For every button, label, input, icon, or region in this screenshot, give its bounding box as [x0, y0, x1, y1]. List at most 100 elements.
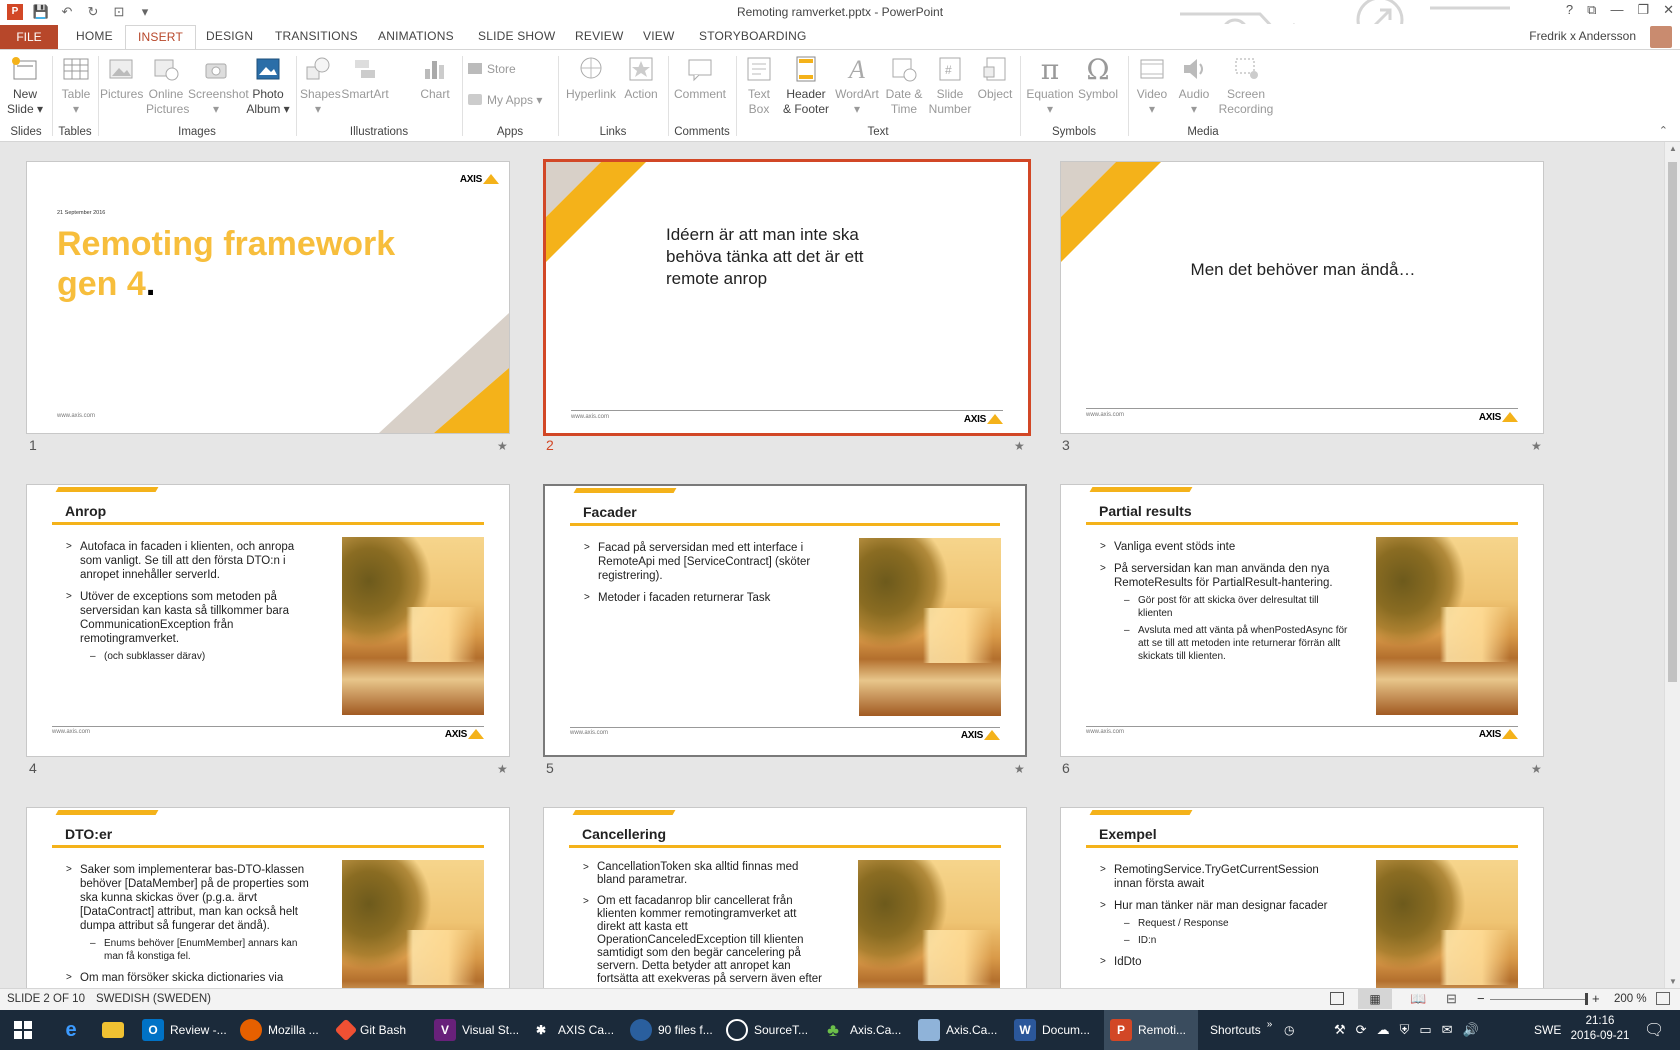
transition-star-icon[interactable]: ★: [1014, 439, 1025, 453]
edge-taskbar-icon[interactable]: e: [60, 1010, 82, 1050]
new-slide-button[interactable]: New Slide ▾: [6, 54, 44, 117]
photo-album-button[interactable]: Photo Album ▾: [246, 54, 290, 117]
normal-view-icon[interactable]: [1330, 992, 1344, 1005]
tray-shield-icon[interactable]: ⛨: [1400, 1022, 1410, 1038]
taskbar-item-axis-ca-2[interactable]: Axis.Ca...: [918, 1010, 1008, 1050]
smartart-button[interactable]: SmartArt: [340, 54, 390, 102]
help-icon[interactable]: ?: [1566, 2, 1573, 18]
zoom-out-icon[interactable]: −: [1477, 991, 1485, 1006]
shapes-button[interactable]: Shapes ▾: [300, 54, 341, 117]
taskbar-item-visual-studio[interactable]: V Visual St...: [434, 1010, 524, 1050]
screen-recording-button[interactable]: Screen Recording: [1218, 54, 1274, 117]
clock-tray-icon[interactable]: ◷: [1284, 1010, 1294, 1050]
wordart-button[interactable]: A WordArt ▾: [834, 54, 880, 117]
taskbar-item-firefox[interactable]: Mozilla ...: [240, 1010, 330, 1050]
user-name[interactable]: Fredrik x Andersson: [1529, 29, 1636, 43]
pictures-button[interactable]: Pictures: [100, 54, 143, 102]
slide-thumbnail-5[interactable]: Facader Facad på serversidan med ett int…: [543, 484, 1027, 757]
zoom-slider[interactable]: [1490, 999, 1588, 1000]
tab-transitions[interactable]: TRANSITIONS: [275, 29, 358, 43]
slide-thumbnail-3[interactable]: Men det behöver man ändå… www.axis.com A…: [1060, 161, 1544, 434]
taskbar-item-axis-camera[interactable]: ✱ AXIS Ca...: [530, 1010, 620, 1050]
scrollbar-thumb[interactable]: [1668, 162, 1677, 682]
minimize-button[interactable]: —: [1610, 2, 1623, 18]
date-time-button[interactable]: Date & Time: [882, 54, 926, 117]
taskbar-item-sourcetree[interactable]: SourceT...: [726, 1010, 816, 1050]
table-button[interactable]: Table ▾: [56, 54, 96, 117]
online-pictures-button[interactable]: Online Pictures: [146, 54, 189, 117]
audio-button[interactable]: Audio ▾: [1174, 54, 1214, 117]
header-footer-button[interactable]: Header & Footer: [780, 54, 832, 117]
tray-sync-icon[interactable]: ⟳: [1356, 1022, 1367, 1038]
object-button[interactable]: Object: [976, 54, 1014, 102]
tray-tool-icon[interactable]: ⚒: [1334, 1022, 1346, 1038]
slide-thumbnail-7[interactable]: DTO:er Saker som implementerar bas-DTO-k…: [26, 807, 510, 988]
slide-thumbnail-9[interactable]: Exempel RemotingService.TryGetCurrentSes…: [1060, 807, 1544, 988]
tray-mail-icon[interactable]: ✉: [1442, 1022, 1453, 1038]
input-language[interactable]: SWE: [1534, 1010, 1561, 1050]
taskbar-item-powerpoint[interactable]: P Remoti...: [1104, 1010, 1198, 1050]
tab-view[interactable]: VIEW: [643, 29, 674, 43]
transition-star-icon[interactable]: ★: [1531, 439, 1542, 453]
comment-button[interactable]: Comment: [672, 54, 728, 102]
slide-thumbnail-1[interactable]: AXIS 21 September 2016 Remoting framewor…: [26, 161, 510, 434]
taskbar-item-git-bash[interactable]: Git Bash: [334, 1010, 418, 1050]
taskbar-clock[interactable]: 21:16 2016-09-21: [1570, 1014, 1630, 1044]
file-explorer-taskbar-icon[interactable]: [102, 1010, 124, 1050]
ribbon-display-options-icon[interactable]: ⧉: [1587, 2, 1596, 18]
text-box-button[interactable]: Text Box: [742, 54, 776, 117]
slide-number-button[interactable]: # Slide Number: [928, 54, 972, 117]
my-apps-button[interactable]: My Apps ▾: [468, 93, 542, 108]
zoom-level[interactable]: 200 %: [1614, 993, 1647, 1005]
action-center-icon[interactable]: 🗨: [1644, 1010, 1664, 1050]
vertical-scrollbar[interactable]: ▲ ▼: [1664, 142, 1680, 988]
slide-thumbnail-8[interactable]: Cancellering CancellationToken ska allti…: [543, 807, 1027, 988]
tray-network-icon[interactable]: ▭: [1419, 1022, 1431, 1038]
transition-star-icon[interactable]: ★: [1014, 762, 1025, 776]
action-button[interactable]: Action: [622, 54, 660, 102]
chart-button[interactable]: Chart: [418, 54, 452, 102]
tab-home[interactable]: HOME: [76, 29, 113, 43]
equation-button[interactable]: π Equation ▾: [1026, 54, 1074, 117]
slide-thumbnail-6[interactable]: Partial results Vanliga event stöds inte…: [1060, 484, 1544, 757]
symbol-button[interactable]: Ω Symbol: [1076, 54, 1120, 102]
tab-review[interactable]: REVIEW: [575, 29, 624, 43]
tab-file[interactable]: FILE: [0, 25, 58, 49]
restore-button[interactable]: ❐: [1637, 2, 1649, 18]
taskbar-item-outlook[interactable]: O Review -...: [142, 1010, 232, 1050]
store-button[interactable]: Store: [468, 62, 516, 77]
start-button[interactable]: [14, 1010, 32, 1050]
zoom-slider-thumb[interactable]: [1585, 993, 1588, 1005]
taskbar-item-files[interactable]: 90 files f...: [630, 1010, 720, 1050]
zoom-in-icon[interactable]: +: [1592, 991, 1600, 1006]
slide-sorter-view-icon[interactable]: ▦: [1358, 989, 1392, 1009]
tab-storyboarding[interactable]: STORYBOARDING: [699, 29, 807, 43]
screenshot-button[interactable]: Screenshot ▾: [188, 54, 249, 117]
scroll-up-icon[interactable]: ▲: [1669, 144, 1677, 153]
transition-star-icon[interactable]: ★: [1531, 762, 1542, 776]
tray-cloud-icon[interactable]: ☁: [1377, 1022, 1390, 1038]
tab-animations[interactable]: ANIMATIONS: [378, 29, 454, 43]
video-button[interactable]: Video ▾: [1132, 54, 1172, 117]
tab-slide-show[interactable]: SLIDE SHOW: [478, 29, 555, 43]
tab-insert[interactable]: INSERT: [125, 25, 196, 50]
avatar[interactable]: [1650, 26, 1672, 48]
taskbar-item-axis-ca-1[interactable]: ♣ Axis.Ca...: [822, 1010, 912, 1050]
reading-view-icon[interactable]: 📖: [1410, 991, 1426, 1007]
slide-thumbnail-2[interactable]: Idéern är att man inte ska behöva tänka …: [543, 159, 1031, 436]
language-indicator[interactable]: SWEDISH (SWEDEN): [96, 993, 211, 1005]
fit-to-window-icon[interactable]: [1656, 992, 1670, 1005]
transition-star-icon[interactable]: ★: [497, 762, 508, 776]
bullet-item: CancellationToken ska alltid finnas med …: [583, 861, 823, 887]
close-button[interactable]: ✕: [1663, 2, 1674, 18]
slide-thumbnail-4[interactable]: Anrop Autofaca in facaden i klienten, oc…: [26, 484, 510, 757]
hyperlink-button[interactable]: Hyperlink: [564, 54, 618, 102]
tray-volume-icon[interactable]: 🔊: [1463, 1022, 1479, 1038]
tab-design[interactable]: DESIGN: [206, 29, 253, 43]
shortcuts-toolbar[interactable]: Shortcuts»: [1210, 1010, 1272, 1050]
slide-show-view-icon[interactable]: ⊟: [1446, 991, 1457, 1007]
scroll-down-icon[interactable]: ▼: [1669, 977, 1677, 986]
taskbar-item-word[interactable]: W Docum...: [1014, 1010, 1104, 1050]
collapse-ribbon-icon[interactable]: ⌃: [1659, 124, 1668, 137]
transition-star-icon[interactable]: ★: [497, 439, 508, 453]
